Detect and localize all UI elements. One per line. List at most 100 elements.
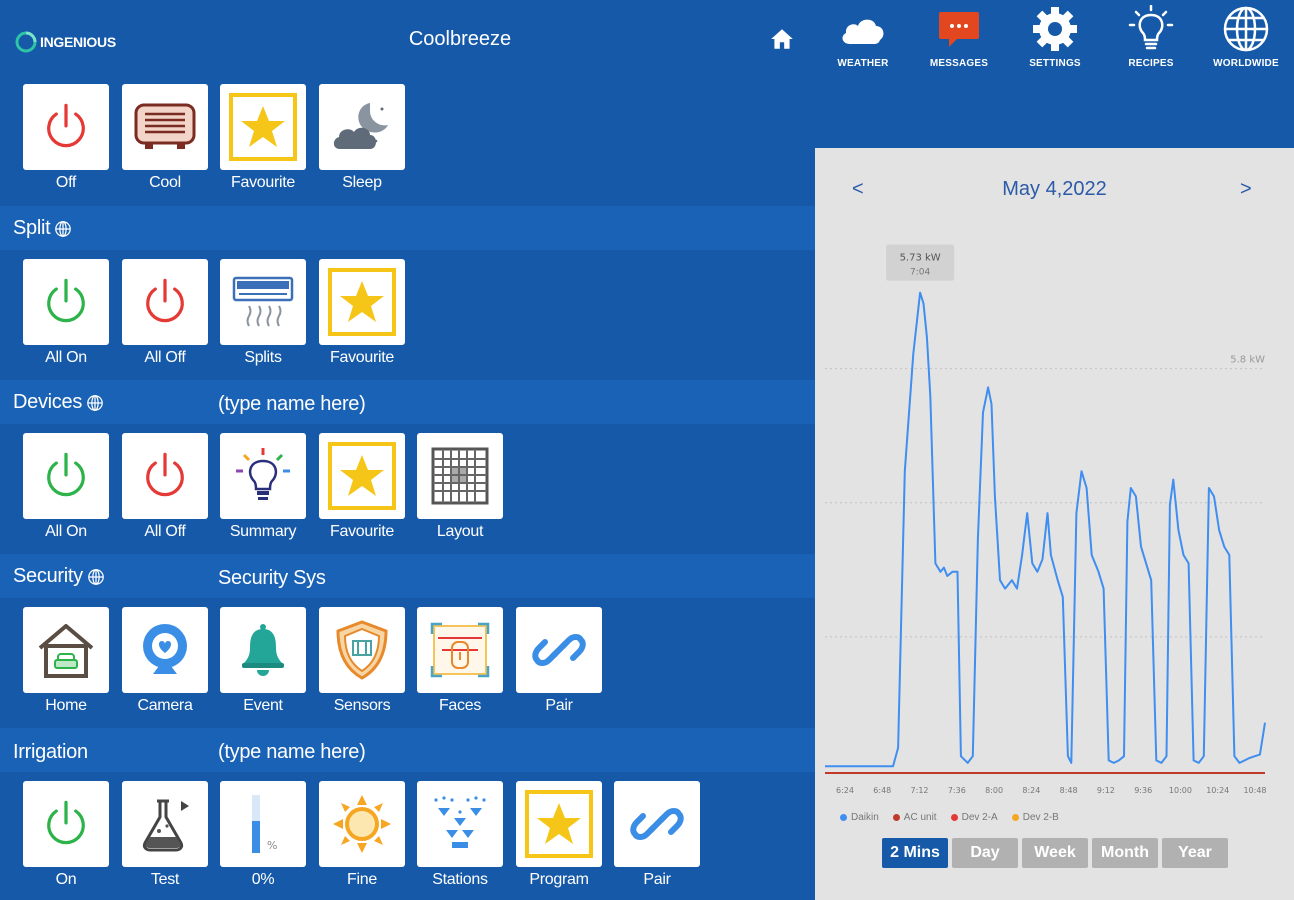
range-2-mins-button[interactable]: 2 Mins bbox=[882, 838, 948, 868]
tile-layout[interactable]: Layout bbox=[417, 433, 503, 541]
x-tick-label: 6:24 bbox=[836, 786, 854, 795]
section-subtitle-irrigation[interactable]: (type name here) bbox=[218, 741, 366, 764]
gauge-icon: % bbox=[252, 795, 277, 853]
globe-icon bbox=[88, 568, 104, 585]
tile-favourite[interactable]: Favourite bbox=[220, 84, 306, 192]
flask-icon bbox=[142, 799, 189, 852]
x-tick-label: 8:00 bbox=[985, 786, 1003, 795]
tile-devices-all-on[interactable]: All On bbox=[23, 433, 109, 541]
date-navigator: < May 4,2022 > bbox=[815, 176, 1294, 206]
sprinkler-icon bbox=[434, 796, 486, 848]
energy-chart-panel: < May 4,2022 > 5.8 kW 5.73 kW 7:04 6:24 6:48… bbox=[815, 148, 1294, 900]
link-icon bbox=[630, 808, 684, 840]
tile-label: Sensors bbox=[333, 697, 391, 714]
tile-summary[interactable]: Summary bbox=[220, 433, 306, 541]
tile-label: Test bbox=[150, 871, 180, 888]
y-max-label: 5.8 kW bbox=[1230, 355, 1265, 366]
nav-weather[interactable]: WEATHER bbox=[820, 4, 906, 74]
brand-logo: INGENIOUS bbox=[14, 24, 134, 60]
tile-irrigation-pair[interactable]: Pair bbox=[614, 781, 700, 889]
tile-label: Summary bbox=[229, 523, 297, 540]
range-month-button[interactable]: Month bbox=[1092, 838, 1158, 868]
tile-cool[interactable]: Cool bbox=[122, 84, 208, 192]
tile-irrigation-on[interactable]: On bbox=[23, 781, 109, 889]
svg-text:%: % bbox=[267, 839, 277, 852]
next-date-button[interactable]: > bbox=[1240, 178, 1252, 201]
lightbulb-icon bbox=[236, 448, 290, 500]
legend-label: Dev 2-B bbox=[1022, 812, 1059, 823]
tile-irrigation-stations[interactable]: Stations bbox=[417, 781, 503, 889]
tile-label: Camera bbox=[137, 697, 193, 714]
section-title-text: Irrigation bbox=[13, 741, 88, 763]
section-band-security bbox=[0, 554, 815, 598]
tile-label: All On bbox=[45, 349, 87, 366]
cloud-icon bbox=[842, 19, 884, 44]
nav-settings[interactable]: SETTINGS bbox=[1012, 4, 1098, 74]
x-tick-label: 6:48 bbox=[873, 786, 891, 795]
globe-icon bbox=[55, 220, 72, 237]
legend-item-daikin[interactable]: Daikin bbox=[840, 812, 879, 823]
range-week-button[interactable]: Week bbox=[1022, 838, 1088, 868]
nav-label: RECIPES bbox=[1128, 58, 1174, 69]
section-band-irrigation bbox=[0, 728, 815, 772]
section-subtitle-security[interactable]: Security Sys bbox=[218, 567, 326, 590]
lightbulb-icon bbox=[1128, 5, 1174, 50]
chart-date: May 4,2022 bbox=[1002, 178, 1107, 200]
tile-off[interactable]: Off bbox=[23, 84, 109, 192]
tile-label: Favourite bbox=[330, 523, 394, 540]
grid-icon bbox=[431, 447, 489, 505]
power-icon bbox=[146, 278, 184, 323]
tile-split-favourite[interactable]: Favourite bbox=[319, 259, 405, 367]
tile-security-sensors[interactable]: Sensors bbox=[319, 607, 405, 715]
tile-split-all-on[interactable]: All On bbox=[23, 259, 109, 367]
page-title: Coolbreeze bbox=[408, 28, 512, 50]
legend-dot bbox=[892, 814, 900, 821]
globe-icon bbox=[87, 394, 103, 411]
face-scan-icon bbox=[430, 622, 490, 678]
range-year-button[interactable]: Year bbox=[1162, 838, 1228, 868]
legend-item-ac-unit[interactable]: AC unit bbox=[892, 812, 937, 823]
x-tick-label: 7:36 bbox=[948, 786, 966, 795]
tile-security-camera[interactable]: Camera bbox=[122, 607, 208, 715]
nav-messages[interactable]: MESSAGES bbox=[916, 4, 1002, 74]
legend-item-dev-2b[interactable]: Dev 2-B bbox=[1011, 812, 1059, 823]
tile-security-home[interactable]: Home bbox=[23, 607, 109, 715]
power-icon bbox=[47, 278, 85, 323]
tile-splits[interactable]: Splits bbox=[220, 259, 306, 367]
star-icon bbox=[328, 442, 396, 510]
tile-sleep[interactable]: Sleep bbox=[319, 84, 405, 192]
tile-security-faces[interactable]: Faces bbox=[417, 607, 503, 715]
section-title-split: Split bbox=[13, 217, 72, 240]
nav-label: WEATHER bbox=[837, 58, 889, 69]
range-day-button[interactable]: Day bbox=[952, 838, 1018, 868]
tile-devices-favourite[interactable]: Favourite bbox=[319, 433, 405, 541]
tile-label: Sleep bbox=[342, 174, 382, 191]
legend-dot bbox=[1011, 814, 1019, 821]
section-title-text: Devices bbox=[13, 391, 83, 413]
tile-split-all-off[interactable]: All Off bbox=[122, 259, 208, 367]
message-icon bbox=[939, 12, 979, 47]
nav-recipes[interactable]: RECIPES bbox=[1108, 4, 1194, 74]
power-icon bbox=[47, 452, 85, 497]
legend-label: Daikin bbox=[851, 812, 879, 823]
tile-irrigation-program[interactable]: Program bbox=[516, 781, 602, 889]
chart-legend: Daikin AC unit Dev 2-A Dev 2-B bbox=[840, 812, 1059, 823]
star-icon bbox=[525, 790, 593, 858]
tile-security-event[interactable]: Event bbox=[220, 607, 306, 715]
legend-label: AC unit bbox=[903, 812, 937, 823]
tile-security-pair[interactable]: Pair bbox=[516, 607, 602, 715]
nav-worldwide[interactable]: WORLDWIDE bbox=[1203, 4, 1289, 74]
tile-label: Program bbox=[529, 871, 589, 888]
tile-irrigation-test[interactable]: Test bbox=[122, 781, 208, 889]
tooltip-time: 7:04 bbox=[910, 268, 930, 278]
webcam-icon bbox=[143, 624, 187, 674]
x-tick-label: 8:24 bbox=[1022, 786, 1040, 795]
section-subtitle-devices[interactable]: (type name here) bbox=[218, 393, 366, 416]
tile-label: Faces bbox=[438, 697, 482, 714]
tile-irrigation-level[interactable]: % 0% bbox=[220, 781, 306, 889]
tile-irrigation-fine[interactable]: Fine bbox=[319, 781, 405, 889]
legend-item-dev-2a[interactable]: Dev 2-A bbox=[950, 812, 998, 823]
series-line-daikin bbox=[825, 291, 1266, 768]
tile-devices-all-off[interactable]: All Off bbox=[122, 433, 208, 541]
home-button[interactable] bbox=[766, 22, 798, 56]
